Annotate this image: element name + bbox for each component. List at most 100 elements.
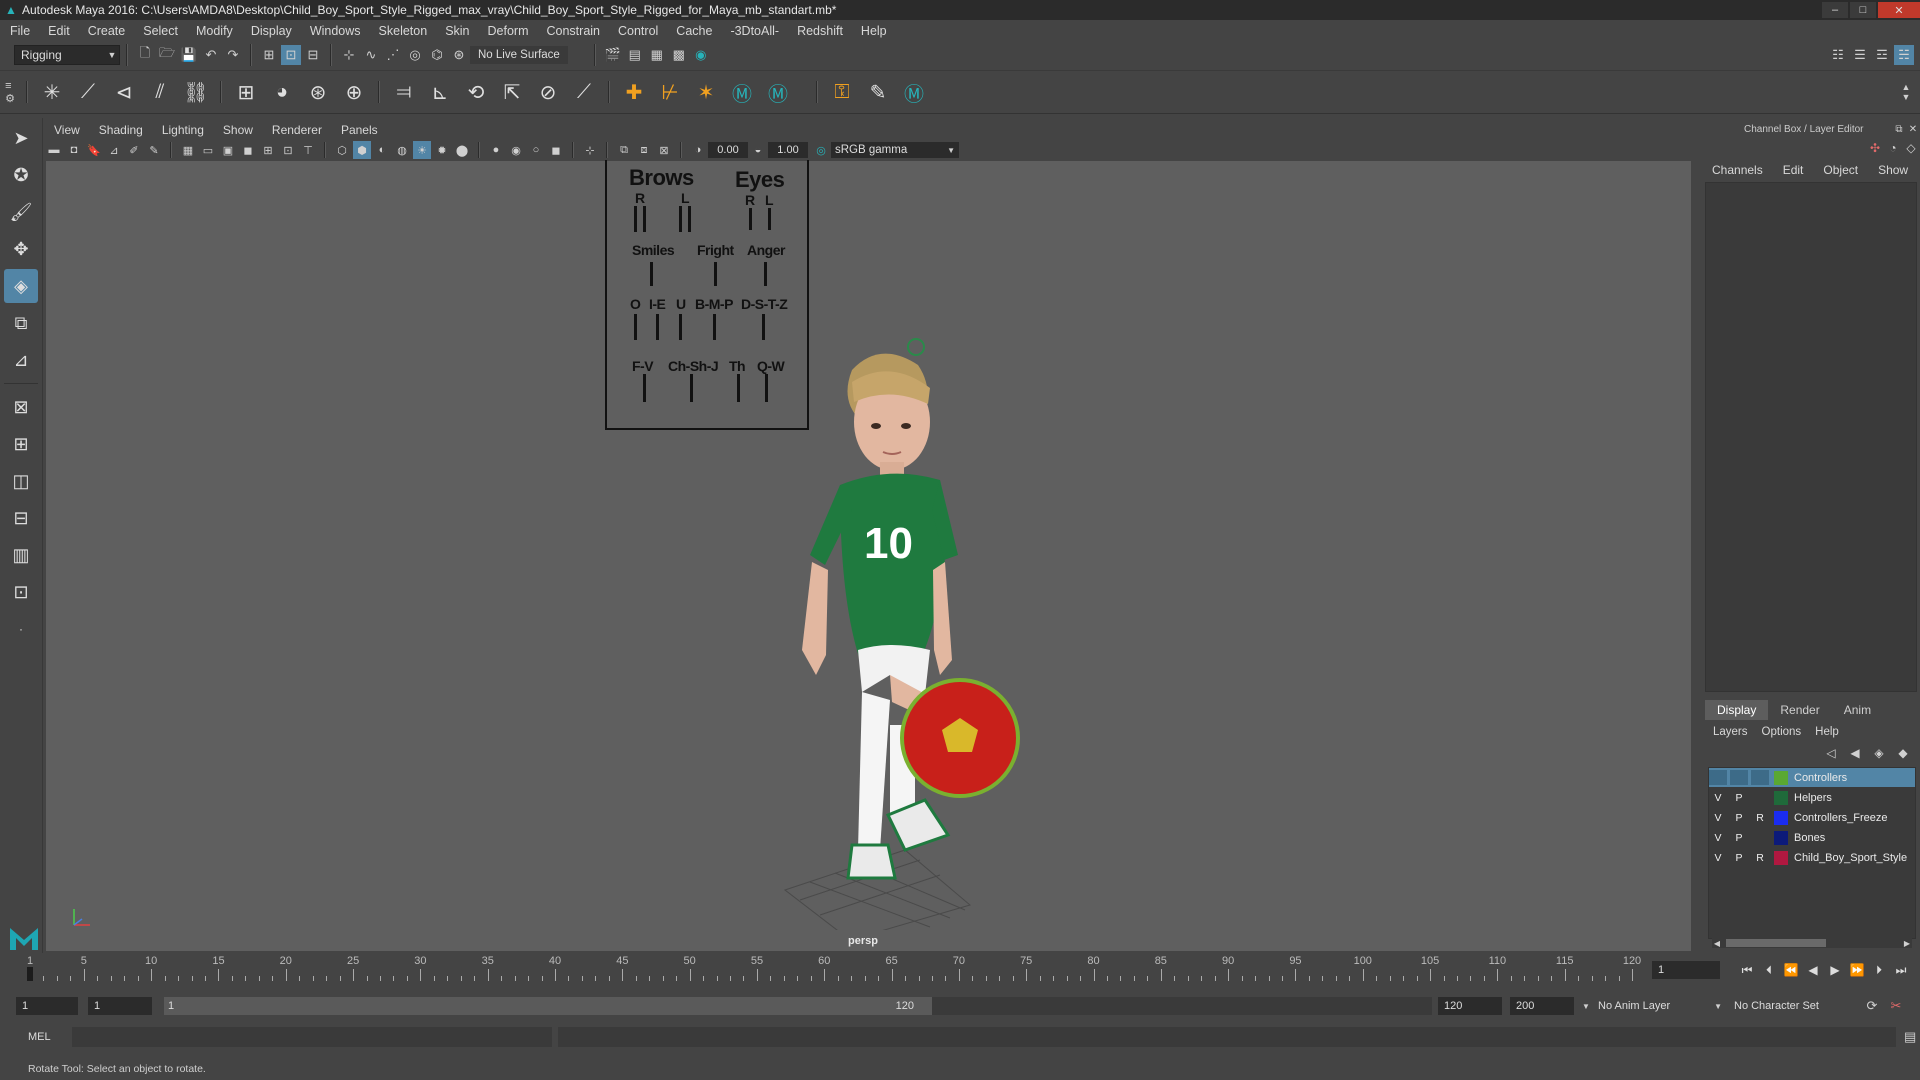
new-scene-icon[interactable]: 🗋 bbox=[135, 45, 155, 65]
eye-l-control[interactable] bbox=[768, 208, 771, 230]
viseme-u-control[interactable] bbox=[679, 314, 682, 340]
exposure-field[interactable]: 0.00 bbox=[708, 142, 748, 158]
layer-name[interactable]: Controllers_Freeze bbox=[1794, 812, 1888, 824]
image-plane-icon[interactable]: ⊿ bbox=[105, 141, 123, 159]
menu-edit[interactable]: Edit bbox=[48, 24, 70, 38]
layer-display-type-toggle[interactable] bbox=[1751, 790, 1769, 805]
two-pane-icon[interactable]: ◫ bbox=[4, 464, 38, 498]
blend-shape-icon[interactable]: ✎ bbox=[863, 77, 893, 107]
start-time-field[interactable]: 1 bbox=[16, 997, 78, 1015]
anti-aliasing-icon[interactable]: ◉ bbox=[507, 141, 525, 159]
scroll-thumb[interactable] bbox=[1726, 939, 1826, 947]
anger-control[interactable] bbox=[764, 262, 767, 286]
menu-file[interactable]: File bbox=[10, 24, 30, 38]
head-control-ring[interactable] bbox=[907, 338, 925, 356]
character-set-dropdown[interactable]: No Character Set bbox=[1728, 997, 1860, 1015]
layer-display-type-toggle[interactable] bbox=[1751, 770, 1769, 785]
tab-anim[interactable]: Anim bbox=[1832, 700, 1883, 720]
script-language-label[interactable]: MEL bbox=[16, 1031, 68, 1043]
scroll-right-icon[interactable]: ▶ bbox=[1902, 939, 1912, 948]
viewport-menu-panels[interactable]: Panels bbox=[341, 123, 378, 137]
viseme-chshj-control[interactable] bbox=[690, 374, 693, 402]
menu-3dtoall[interactable]: -3DtoAll- bbox=[730, 24, 779, 38]
wireframe-on-shaded-icon[interactable]: ◐ bbox=[373, 141, 391, 159]
set-driven-key-icon[interactable]: ⚿ bbox=[827, 77, 857, 107]
render-frame-icon[interactable]: 🎬 bbox=[603, 45, 623, 65]
xray-joints-icon[interactable]: ⧉ bbox=[615, 141, 633, 159]
select-hierarchy-icon[interactable]: ⊞ bbox=[259, 45, 279, 65]
maya-script-icon[interactable]: Ⓜ bbox=[727, 77, 757, 107]
render-view-icon[interactable]: ◉ bbox=[691, 45, 711, 65]
snap-live-icon[interactable]: ⊛ bbox=[449, 45, 469, 65]
menu-windows[interactable]: Windows bbox=[310, 24, 361, 38]
layer-color-swatch[interactable] bbox=[1774, 810, 1788, 825]
gamma-field[interactable]: 1.00 bbox=[768, 142, 808, 158]
layer-visibility-toggle[interactable]: V bbox=[1709, 790, 1727, 805]
smiles-control[interactable] bbox=[650, 262, 653, 286]
ik-handle-icon[interactable]: ⟋ bbox=[73, 77, 103, 107]
step-forward-key-icon[interactable]: ⏩ bbox=[1846, 961, 1868, 979]
maximize-button[interactable]: □ bbox=[1850, 2, 1876, 18]
outliner-pane-icon[interactable]: ⊟ bbox=[4, 501, 38, 535]
layer-playback-toggle[interactable]: P bbox=[1730, 850, 1748, 865]
paint-weights-icon[interactable]: ◕ bbox=[267, 77, 297, 107]
gamma-icon[interactable]: ◒ bbox=[749, 141, 767, 159]
grease-pencil-icon[interactable]: ✎ bbox=[145, 141, 163, 159]
layer-display-type-toggle[interactable]: R bbox=[1751, 850, 1769, 865]
point-constraint-icon[interactable]: ⊾ bbox=[425, 77, 455, 107]
film-gate-icon[interactable]: ▭ bbox=[199, 141, 217, 159]
layer-visibility-toggle[interactable]: V bbox=[1709, 850, 1727, 865]
scale-tool-icon[interactable]: ⧉ bbox=[4, 306, 38, 340]
snap-point-icon[interactable]: ⋰ bbox=[383, 45, 403, 65]
paint-select-tool-icon[interactable]: 🖌 bbox=[4, 195, 38, 229]
menu-cache[interactable]: Cache bbox=[676, 24, 712, 38]
xray-icon[interactable]: ⊹ bbox=[581, 141, 599, 159]
tool-settings-toggle-icon[interactable]: ☰ bbox=[1850, 45, 1870, 65]
viewport-menu-view[interactable]: View bbox=[54, 123, 80, 137]
backface-culling-icon[interactable]: ⊠ bbox=[655, 141, 673, 159]
menu-deform[interactable]: Deform bbox=[488, 24, 529, 38]
layer-visibility-toggle[interactable] bbox=[1709, 770, 1727, 785]
viseme-ie-control[interactable] bbox=[656, 314, 659, 340]
layer-list-scrollbar[interactable]: ◀ ▶ bbox=[1712, 938, 1912, 948]
layer-menu-options[interactable]: Options bbox=[1762, 726, 1802, 738]
maya-script-2-icon[interactable]: Ⓜ bbox=[763, 77, 793, 107]
cluster-icon[interactable]: ⊕ bbox=[339, 77, 369, 107]
chevron-down-icon[interactable]: ▼ bbox=[1580, 1002, 1592, 1011]
playback-start-field[interactable]: 1 bbox=[88, 997, 152, 1015]
menu-constrain[interactable]: Constrain bbox=[547, 24, 601, 38]
menu-create[interactable]: Create bbox=[88, 24, 126, 38]
bind-skin-icon[interactable]: ⊞ bbox=[231, 77, 261, 107]
playback-end-field[interactable]: 120 bbox=[1438, 997, 1502, 1015]
menu-display[interactable]: Display bbox=[251, 24, 292, 38]
save-scene-icon[interactable]: 💾 bbox=[179, 45, 199, 65]
aim-constraint-icon[interactable]: ⊘ bbox=[533, 77, 563, 107]
layer-visibility-toggle[interactable]: V bbox=[1709, 830, 1727, 845]
move-layer-up-icon[interactable]: ◁ bbox=[1819, 746, 1843, 760]
fright-control[interactable] bbox=[714, 262, 717, 286]
joint-tool-icon[interactable]: ✳ bbox=[37, 77, 67, 107]
scale-constraint-icon[interactable]: ⇱ bbox=[497, 77, 527, 107]
menu-redshift[interactable]: Redshift bbox=[797, 24, 843, 38]
script-editor-icon[interactable]: ▤ bbox=[1900, 1029, 1920, 1045]
brow-l-control-2[interactable] bbox=[688, 206, 691, 232]
lattice-icon[interactable]: ⊛ bbox=[303, 77, 333, 107]
exposure-icon[interactable]: ◑ bbox=[689, 141, 707, 159]
layer-playback-toggle[interactable]: P bbox=[1730, 810, 1748, 825]
layer-playback-toggle[interactable] bbox=[1730, 770, 1748, 785]
select-tool-icon[interactable]: ➤ bbox=[4, 121, 38, 155]
orient-constraint-icon[interactable]: ⟲ bbox=[461, 77, 491, 107]
pole-vector-icon[interactable]: ⟋ bbox=[569, 77, 599, 107]
anim-layer-dropdown[interactable]: No Anim Layer ▼ bbox=[1592, 997, 1728, 1015]
layer-row-controllers[interactable]: Controllers bbox=[1709, 768, 1915, 787]
camera-attributes-icon[interactable]: ◘ bbox=[65, 141, 83, 159]
mirror-joint-icon[interactable]: ⛓ bbox=[181, 77, 211, 107]
scroll-left-icon[interactable]: ◀ bbox=[1712, 939, 1722, 948]
viewport-menu-shading[interactable]: Shading bbox=[99, 123, 143, 137]
hypershade-icon[interactable]: ▩ bbox=[669, 45, 689, 65]
layer-display-type-toggle[interactable] bbox=[1751, 830, 1769, 845]
character-model[interactable]: 10 bbox=[740, 330, 1040, 930]
field-chart-icon[interactable]: ⊞ bbox=[259, 141, 277, 159]
play-backwards-icon[interactable]: ◀ bbox=[1802, 961, 1824, 979]
step-back-key-icon[interactable]: ⏪ bbox=[1780, 961, 1802, 979]
